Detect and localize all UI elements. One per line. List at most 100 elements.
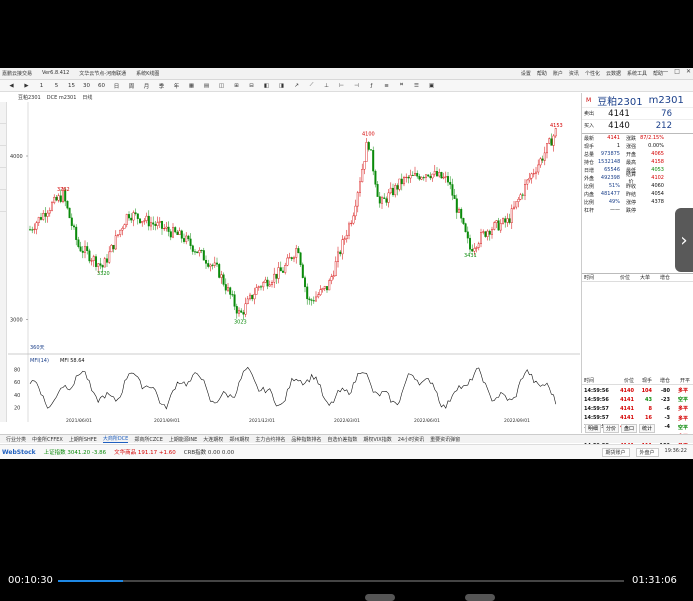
toolbar-icon[interactable]: ◀ xyxy=(4,83,19,89)
left-tab[interactable] xyxy=(0,146,7,168)
sell-row: 卖出 4141 76 xyxy=(582,107,693,119)
tab-stats[interactable]: 统计 xyxy=(639,424,656,433)
external-account-button[interactable]: 外盘户 xyxy=(635,447,659,457)
toolbar-icon[interactable]: ▦ xyxy=(184,83,199,89)
app-title: 嘉鹏云接交易 xyxy=(2,71,33,77)
index-sh: 上证指数 3041.20 -3.86 xyxy=(43,450,107,456)
chevron-right-icon[interactable]: › xyxy=(675,208,693,272)
toolbar-icon[interactable]: 5 xyxy=(49,83,64,89)
tab-price[interactable]: 分价 xyxy=(603,424,620,433)
toolbar-icon[interactable]: 30 xyxy=(79,83,94,89)
candle-body xyxy=(411,174,414,176)
exchange-tab[interactable]: 上期能源INE xyxy=(169,436,197,443)
toolbar-icon[interactable]: 周 xyxy=(124,82,139,90)
menu-account[interactable]: 账户 xyxy=(553,70,563,77)
toolbar-icon[interactable]: 60 xyxy=(94,83,109,89)
candle-body xyxy=(418,176,421,180)
chart-area[interactable]: 4000 3000 3762 3320 3023 4100 3431 4153 360天 MFI(… xyxy=(8,102,580,424)
candle-body xyxy=(174,227,177,233)
toolbar-icon[interactable]: ⌗ xyxy=(394,82,409,89)
tick-col-vol: 现手 xyxy=(641,377,652,384)
left-tab[interactable] xyxy=(0,190,7,212)
candle-body xyxy=(202,250,205,261)
exchange-tab[interactable]: 自选价差指数 xyxy=(327,436,357,443)
quote-v1: 492398 xyxy=(600,175,620,181)
y-tick-label: 4000 xyxy=(10,154,23,160)
left-tab[interactable] xyxy=(0,124,7,146)
tab-depth[interactable]: 盘口 xyxy=(621,424,638,433)
period-selector[interactable]: 日线 xyxy=(82,94,92,101)
toolbar-icon[interactable]: ⊥ xyxy=(319,83,334,89)
symbol-tab[interactable]: 豆粕2301 xyxy=(18,94,41,101)
video-seek-track[interactable] xyxy=(58,580,624,582)
tick-row: 14:59:56 4140 104 -80 多平 xyxy=(582,386,693,395)
menu-cloud[interactable]: 云数据 xyxy=(606,70,621,77)
quote-v1: 51% xyxy=(608,183,620,189)
toolbar-icon[interactable]: ☰ xyxy=(409,83,424,89)
exchange-tab[interactable]: 行业分类 xyxy=(6,436,26,443)
left-tab[interactable] xyxy=(0,168,7,190)
video-control-button[interactable] xyxy=(365,594,395,601)
clock: 19:36:22 xyxy=(664,447,687,454)
minimize-icon[interactable]: — xyxy=(662,68,668,75)
toolbar-icon[interactable]: 年 xyxy=(169,82,184,90)
quote-v1: 481477 xyxy=(600,191,620,197)
menu-news[interactable]: 资讯 xyxy=(569,70,579,77)
candle-body xyxy=(519,194,522,200)
quote-l1: 外盘 xyxy=(584,175,595,182)
candle-body xyxy=(304,277,307,288)
toolbar-icon[interactable]: ▶ xyxy=(19,83,34,89)
exchange-tab[interactable]: 大连期权 xyxy=(203,436,223,443)
toolbar-icon[interactable]: 月 xyxy=(139,82,154,90)
exchange-tab[interactable]: 主力合约排名 xyxy=(255,436,285,443)
toolbar-icon[interactable]: ⊣ xyxy=(349,83,364,89)
toolbar-icon[interactable]: ≡ xyxy=(379,83,394,89)
candle-body xyxy=(152,222,155,225)
maximize-icon[interactable]: □ xyxy=(674,68,680,75)
menu-tools[interactable]: 系统工具 xyxy=(627,70,647,77)
toolbar-icon[interactable]: ⟋ xyxy=(304,82,319,89)
exchange-tab[interactable]: 郑商所CZCE xyxy=(134,436,163,443)
toolbar-icon[interactable]: ▣ xyxy=(424,83,439,89)
toolbar-icon[interactable]: ↗ xyxy=(289,83,304,89)
menu-help[interactable]: 帮助 xyxy=(537,70,547,77)
toolbar-icon[interactable]: ▤ xyxy=(199,83,214,89)
candle-body xyxy=(191,245,194,252)
video-control-button[interactable] xyxy=(465,594,495,601)
candle-body xyxy=(343,238,346,240)
toolbar-icon[interactable]: ◨ xyxy=(274,83,289,89)
exchange-tab[interactable]: 大商所DCE xyxy=(102,435,129,443)
exchange-tab[interactable]: 24小时资讯 xyxy=(398,436,424,443)
tab-detail[interactable]: 明细 xyxy=(585,424,602,433)
toolbar-icon[interactable]: ⊢ xyxy=(334,83,349,89)
candle-body xyxy=(451,184,454,196)
exchange-tab[interactable]: 上期所SHFE xyxy=(69,436,97,443)
toolbar-icon[interactable]: ◧ xyxy=(259,83,274,89)
menu-personalize[interactable]: 个性化 xyxy=(585,70,600,77)
quote-l1: 总量 xyxy=(584,151,595,158)
candle-body xyxy=(315,296,318,302)
kline-chart-svg[interactable]: 4000 3000 3762 3320 3023 4100 3431 4153 360天 MFI(… xyxy=(8,102,580,424)
left-tab[interactable] xyxy=(0,102,7,124)
view-name: 系统K线图 xyxy=(136,71,160,77)
quote-l1: 最新 xyxy=(584,135,595,142)
candle-body xyxy=(526,179,529,185)
toolbar-icon[interactable]: 1 xyxy=(34,83,49,89)
toolbar-icon[interactable]: ⊞ xyxy=(229,83,244,89)
toolbar-icon[interactable]: ⊟ xyxy=(244,83,259,89)
menu-settings[interactable]: 设置 xyxy=(521,70,531,77)
exchange-tab[interactable]: 中金所CFFEX xyxy=(32,436,63,443)
toolbar-icon[interactable]: 日 xyxy=(109,82,124,90)
close-icon[interactable]: ✕ xyxy=(686,68,691,75)
exchange-tab[interactable]: 品种指数排名 xyxy=(291,436,321,443)
futures-account-button[interactable]: 期货账户 xyxy=(601,447,630,457)
toolbar-icon[interactable]: 15 xyxy=(64,83,79,89)
exchange-tab[interactable]: 期权VIX指数 xyxy=(363,436,391,443)
exchange-tab[interactable]: 重要资讯弹窗 xyxy=(430,436,460,443)
exchange-tab[interactable]: 郑州期权 xyxy=(229,436,249,443)
toolbar-icon[interactable]: ◫ xyxy=(214,83,229,89)
candle-body xyxy=(275,273,278,279)
candle-body xyxy=(414,173,417,176)
toolbar-icon[interactable]: 季 xyxy=(154,82,169,90)
toolbar-icon[interactable]: ƒ xyxy=(364,83,379,89)
